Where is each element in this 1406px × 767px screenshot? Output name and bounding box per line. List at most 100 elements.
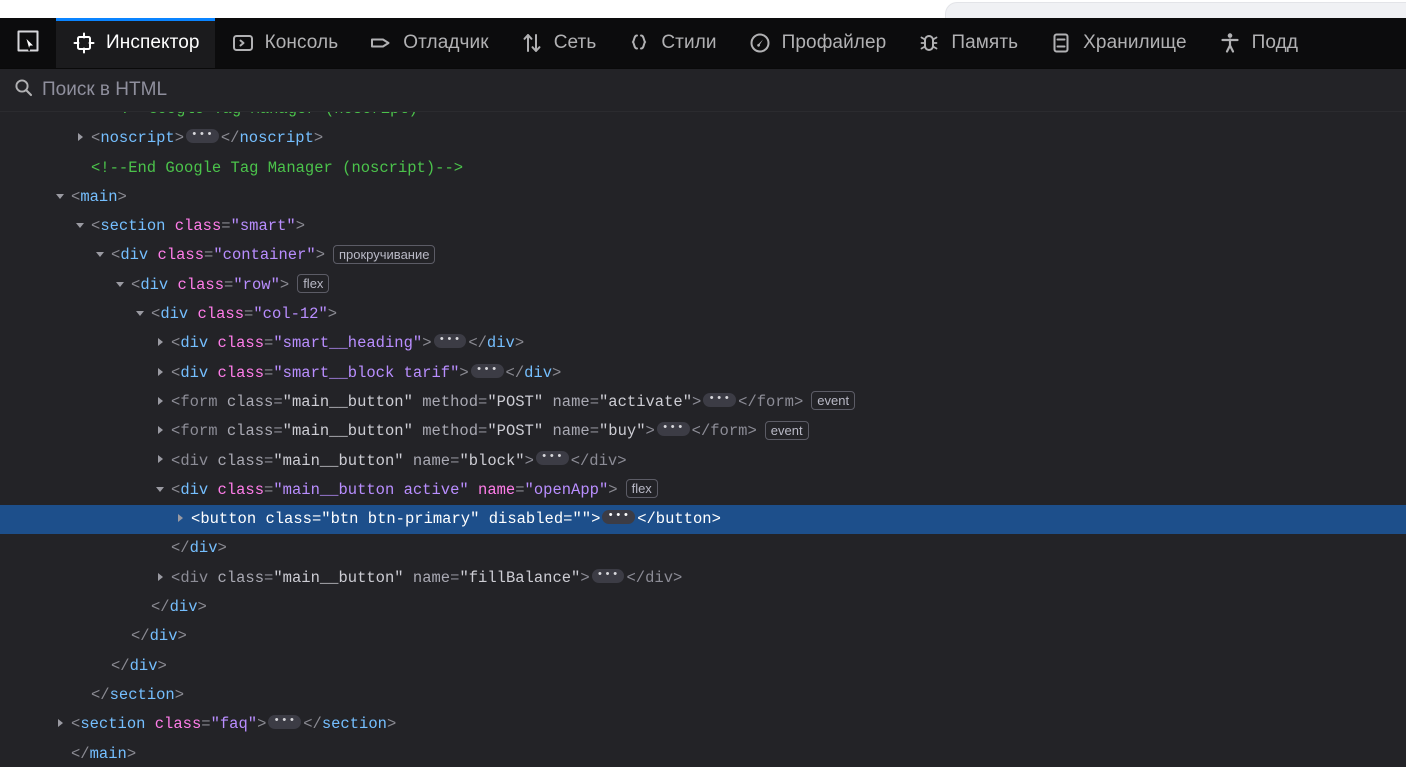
markup-row[interactable]: <div class="smart__heading"> ••• </div> (0, 329, 1406, 358)
markup-token: = (478, 392, 488, 411)
chevron-right-icon[interactable] (174, 512, 186, 524)
markup-token: div (180, 363, 209, 382)
chevron-right-icon[interactable] (154, 366, 166, 378)
markup-token: method (422, 422, 479, 441)
chevron-down-icon[interactable] (114, 278, 126, 290)
layout-badge[interactable]: flex (297, 274, 330, 294)
markup-token: "container" (213, 246, 316, 265)
expand-ellipsis-button[interactable]: ••• (268, 715, 302, 730)
devtools-tab-inspector[interactable]: Инспектор (56, 18, 215, 68)
html-markup-tree[interactable]: <!--Google Tag Manager (noscript)--><nos… (0, 112, 1406, 767)
markup-token: < (91, 217, 101, 236)
markup-row[interactable]: <form class="main__button" method="POST"… (0, 417, 1406, 446)
markup-row[interactable]: </div> (0, 622, 1406, 651)
chevron-right-icon[interactable] (74, 131, 86, 143)
chevron-right-icon[interactable] (154, 424, 166, 436)
chevron-right-icon[interactable] (154, 395, 166, 407)
devtools-tab-memory[interactable]: Память (901, 18, 1033, 68)
markup-row[interactable]: <!--Google Tag Manager (noscript)--> (0, 112, 1406, 124)
markup-token (208, 334, 217, 352)
search-input-placeholder[interactable]: Поиск в HTML (42, 79, 167, 101)
browser-tab[interactable] (945, 2, 1406, 18)
markup-token: > (126, 744, 137, 763)
devtools-tab-accessibility[interactable]: Подд (1202, 18, 1313, 68)
markup-token: = (589, 392, 599, 411)
expand-ellipsis-button[interactable]: ••• (656, 422, 690, 437)
markup-token: button (655, 510, 712, 529)
markup-row[interactable]: <main> (0, 183, 1406, 212)
layout-badge[interactable]: flex (625, 479, 658, 499)
chevron-right-icon[interactable] (154, 453, 166, 465)
expand-ellipsis-button[interactable]: ••• (591, 568, 625, 583)
markup-row[interactable]: <div class="main__button active" name="o… (0, 476, 1406, 505)
devtools-tab-debugger[interactable]: Отладчик (353, 18, 503, 68)
chevron-down-icon[interactable] (74, 219, 86, 231)
devtools-tab-network[interactable]: Сеть (504, 18, 612, 68)
chevron-right-icon[interactable] (154, 571, 166, 583)
markup-token: = (273, 422, 283, 441)
markup-token: "smart__block tarif" (273, 363, 460, 382)
markup-token: </form> (691, 422, 757, 441)
markup-row-selected[interactable]: <button class="btn btn-primary" disabled… (0, 505, 1406, 535)
expand-ellipsis-button[interactable]: ••• (703, 392, 737, 407)
markup-row[interactable]: <noscript> ••• </noscript> (0, 124, 1406, 153)
chevron-down-icon[interactable] (54, 190, 66, 202)
expand-ellipsis-button[interactable]: ••• (433, 334, 467, 349)
chevron-right-icon[interactable] (54, 717, 66, 729)
markup-token: = (589, 422, 599, 441)
chevron-down-icon[interactable] (154, 483, 166, 495)
chevron-right-icon[interactable] (154, 336, 166, 348)
markup-token: div (149, 627, 178, 646)
markup-token: = (264, 568, 274, 587)
markup-row[interactable]: <div class="col-12"> (0, 300, 1406, 329)
markup-row[interactable]: <div class="smart__block tarif"> ••• </div… (0, 359, 1406, 388)
markup-row[interactable]: </div> (0, 652, 1406, 681)
html-search-bar[interactable]: Поиск в HTML (0, 69, 1406, 112)
expand-ellipsis-button[interactable]: ••• (535, 451, 569, 466)
markup-row[interactable]: <div class="main__button" name="block"> •… (0, 447, 1406, 476)
markup-token (168, 276, 177, 294)
markup-token: <!--End Google Tag Manager (noscript)--> (91, 158, 464, 177)
markup-token: </ (71, 744, 90, 763)
markup-row[interactable]: <section class="smart"> (0, 212, 1406, 241)
markup-token: </ (151, 598, 170, 617)
markup-token (404, 452, 413, 470)
accessibility-icon (1217, 30, 1243, 56)
markup-token (469, 481, 478, 499)
markup-row[interactable]: </section> (0, 681, 1406, 710)
markup-row[interactable]: <div class="row"> flex (0, 271, 1406, 300)
markup-row[interactable]: <!--End Google Tag Manager (noscript)--> (0, 154, 1406, 183)
chevron-down-icon[interactable] (134, 307, 146, 319)
devtools-tab-storage[interactable]: Хранилище (1033, 18, 1202, 68)
markup-token: section (80, 715, 146, 734)
expand-ellipsis-button[interactable]: ••• (186, 129, 219, 144)
markup-row[interactable]: <form class="main__button" method="POST"… (0, 388, 1406, 417)
markup-token: class (217, 363, 265, 382)
markup-token: > (711, 510, 721, 529)
markup-token: </ (637, 510, 656, 529)
expand-ellipsis-button[interactable]: ••• (470, 363, 504, 378)
markup-row[interactable]: </div> (0, 534, 1406, 563)
markup-row[interactable]: <div class="container"> прокручивание (0, 241, 1406, 270)
devtools-tab-console[interactable]: Консоль (215, 18, 354, 68)
devtools-tab-style-editor[interactable]: Стили (611, 18, 731, 68)
markup-token: </ (91, 685, 110, 704)
markup-row[interactable]: </main> (0, 740, 1406, 767)
expand-ellipsis-button[interactable]: ••• (602, 510, 636, 525)
chevron-down-icon[interactable] (94, 248, 106, 260)
devtools-toolbar: Инспектор Консоль Отладчик Сеть Стили Профайл… (0, 18, 1406, 69)
markup-token: </ (468, 334, 487, 353)
element-picker-button[interactable] (0, 18, 56, 68)
markup-row[interactable]: <div class="main__button" name="fillBala… (0, 564, 1406, 593)
layout-badge[interactable]: event (811, 391, 856, 411)
markup-row[interactable]: <section class="faq"> ••• </section> (0, 710, 1406, 739)
devtools-tab-performance[interactable]: Профайлер (732, 18, 902, 68)
markup-token: > (313, 129, 324, 148)
markup-token: </ (220, 129, 240, 148)
layout-badge[interactable]: event (764, 420, 809, 440)
markup-row[interactable]: </div> (0, 593, 1406, 622)
markup-token: </ (303, 715, 322, 734)
markup-token: > (174, 129, 185, 148)
layout-badge[interactable]: прокручивание (333, 244, 436, 264)
markup-token: form (180, 392, 218, 411)
